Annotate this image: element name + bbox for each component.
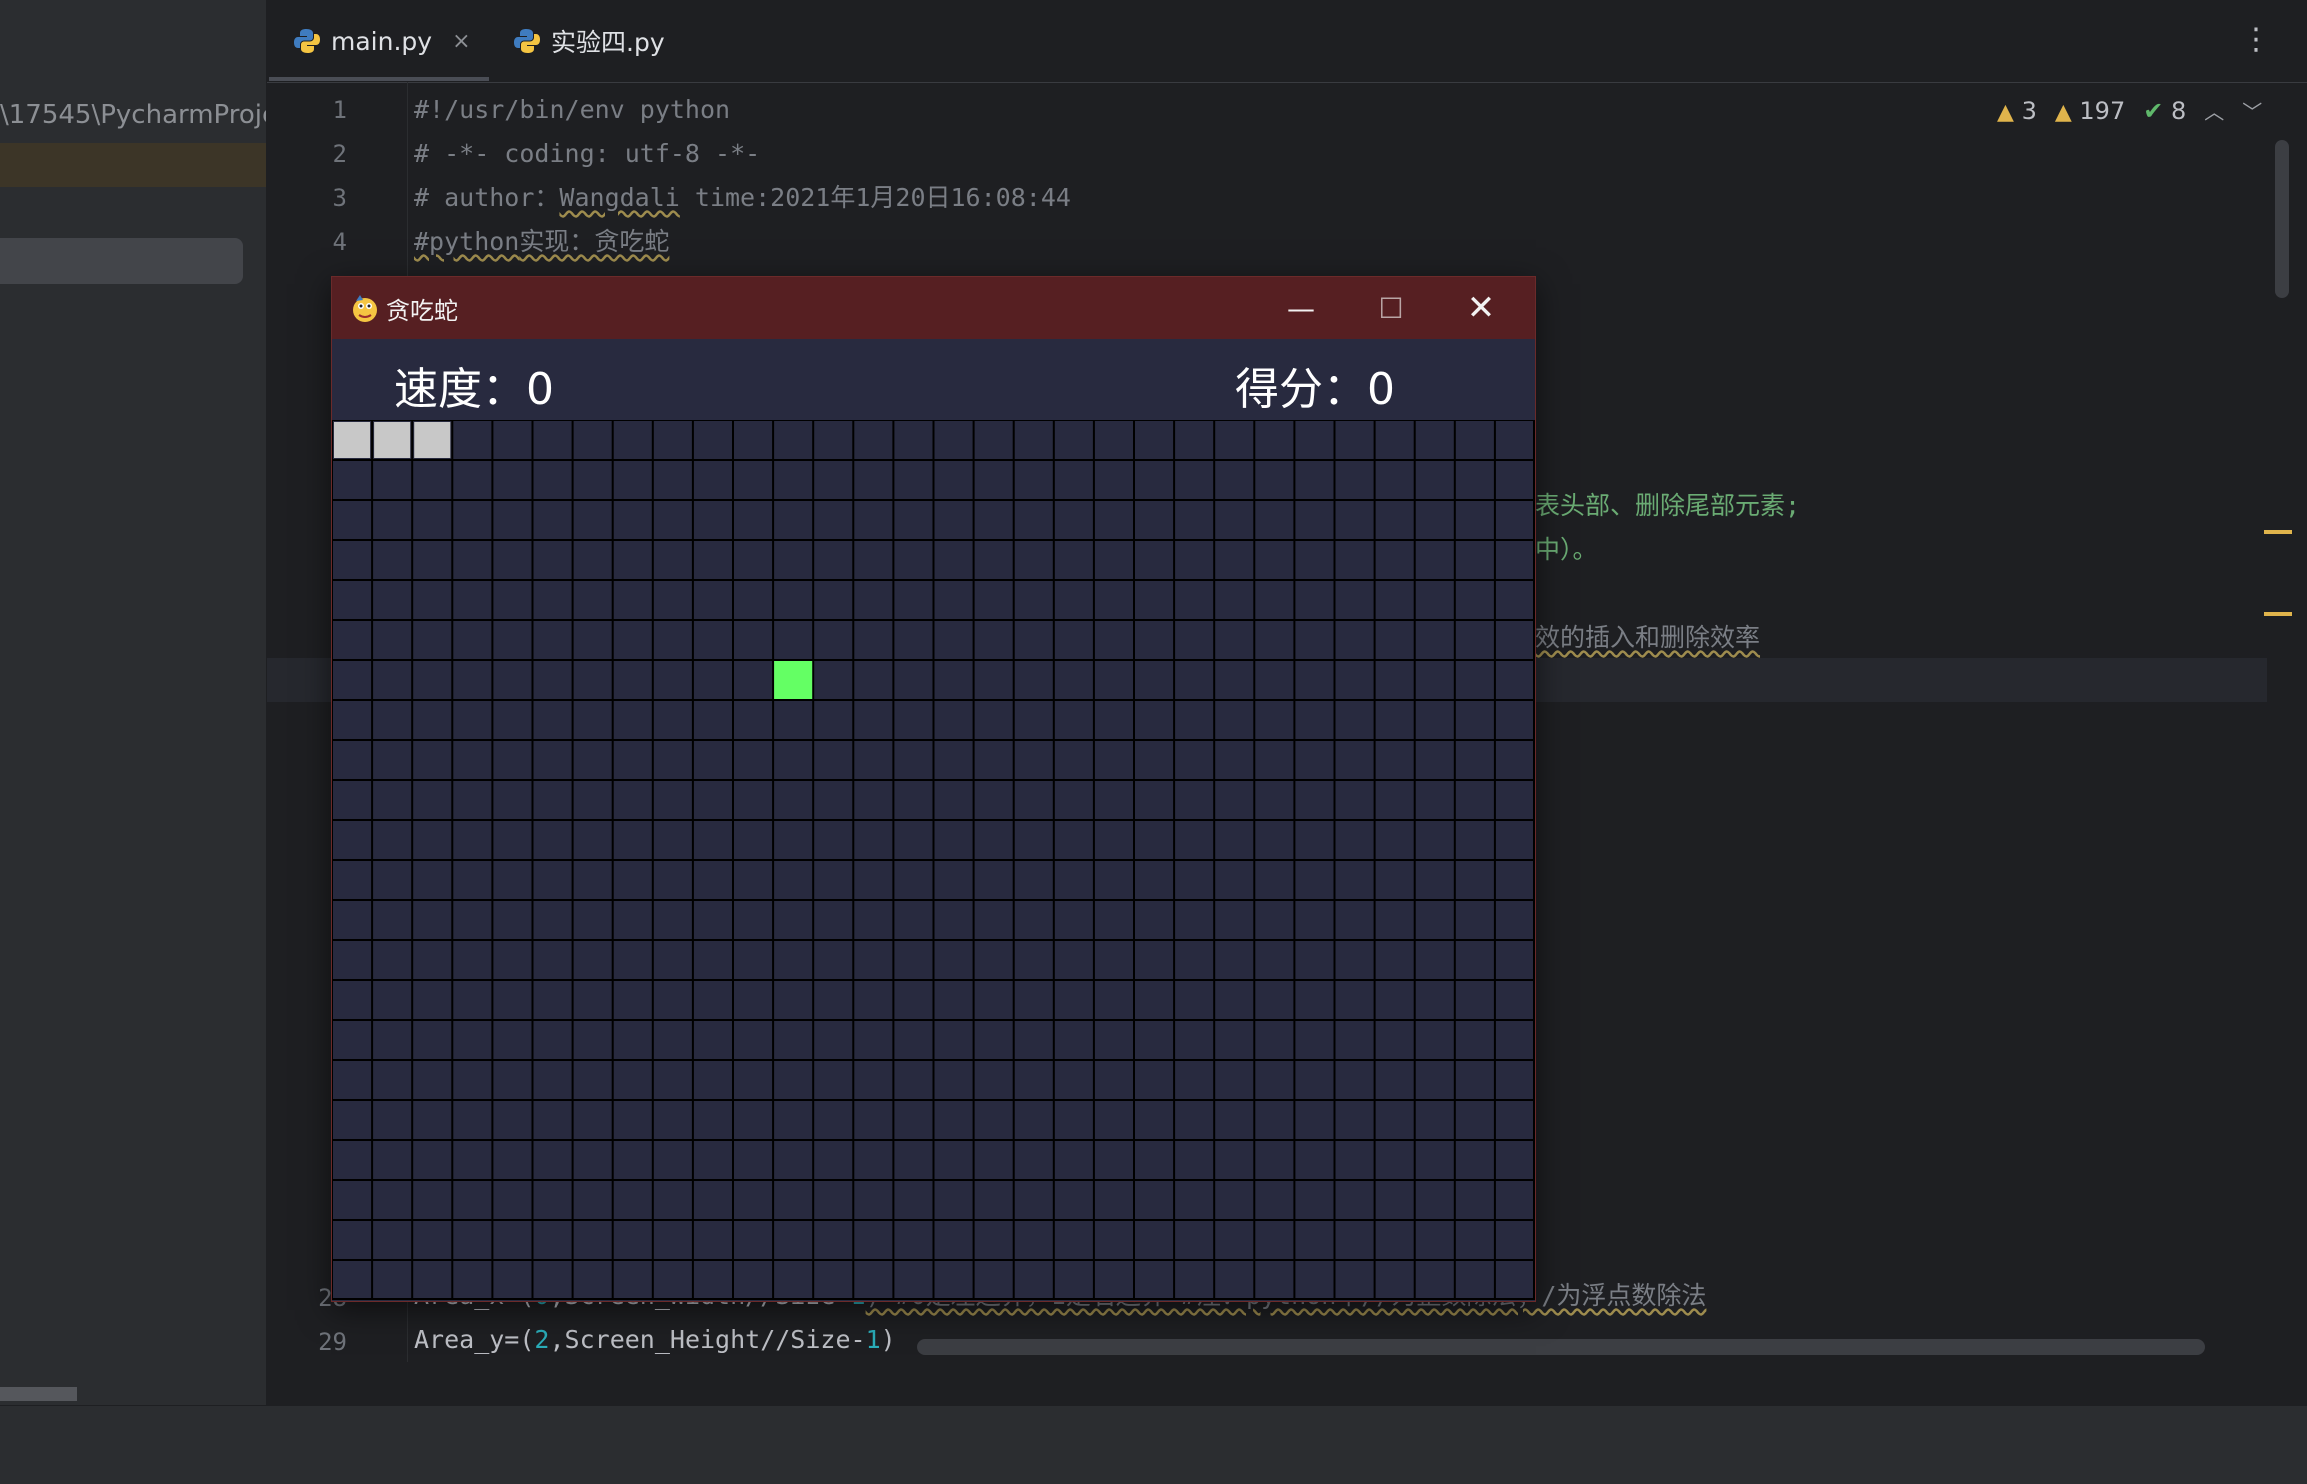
warning-icon: ▲ <box>1997 99 2014 125</box>
tab-main-py[interactable]: main.py × <box>293 0 471 82</box>
active-tab-indicator <box>269 77 489 81</box>
window-title-bar[interactable]: 贪吃蛇 — ☐ ✕ <box>332 277 1535 339</box>
snake-segment <box>334 422 371 458</box>
check-icon: ✔ <box>2143 96 2164 125</box>
status-bar <box>0 1405 2307 1484</box>
pygame-snake-icon <box>353 295 377 322</box>
editor-tab-bar: main.py × 实验四.py ⋮ <box>267 0 2307 83</box>
warning-stripe-marker[interactable] <box>2264 612 2292 616</box>
more-options-icon[interactable]: ⋮ <box>2241 22 2271 57</box>
docstring-fragment-1[interactable]: 表头部、删除尾部元素; <box>1535 484 1800 528</box>
window-title: 贪吃蛇 <box>386 297 458 325</box>
close-window-button[interactable]: ✕ <box>1436 277 1526 339</box>
close-icon[interactable]: × <box>452 29 470 54</box>
code-line-4[interactable]: #python实现：贪吃蛇 <box>414 220 669 264</box>
snake-game-window[interactable]: 贪吃蛇 — ☐ ✕ 速度：0 得分：0 <box>331 276 1536 1302</box>
line-number: 1 <box>332 96 347 124</box>
speed-value: 0 <box>526 364 554 415</box>
weak-warning-icon: ▲ <box>2054 99 2072 125</box>
line-number: 29 <box>318 1328 347 1356</box>
python-file-icon <box>294 29 320 53</box>
maximize-button[interactable]: ☐ <box>1346 277 1436 339</box>
comment-fragment[interactable]: 效的插入和删除效率 <box>1535 616 1760 660</box>
python-file-icon <box>514 29 540 53</box>
game-board[interactable] <box>332 420 1535 1300</box>
warning-count-b[interactable]: ▲ 197 <box>2055 97 2125 125</box>
line-number: 2 <box>332 140 347 168</box>
snake-segment <box>374 422 411 458</box>
project-tool-window: \17545\PycharmProjec <box>0 0 267 1405</box>
chevron-up-icon[interactable]: ︿ <box>2204 96 2224 125</box>
game-hud: 速度：0 得分：0 <box>332 339 1535 420</box>
chevron-down-icon[interactable]: ﹀ <box>2242 96 2262 125</box>
typo-count[interactable]: ✔ 8 <box>2143 97 2186 125</box>
project-search-field[interactable] <box>0 238 243 284</box>
score-readout: 得分：0 <box>1235 364 1395 415</box>
editor-horizontal-scrollbar[interactable] <box>917 1339 2205 1355</box>
selected-file-row[interactable] <box>0 143 266 187</box>
warning-count-a[interactable]: ▲ 3 <box>1997 97 2037 125</box>
editor-vertical-scrollbar[interactable] <box>2275 140 2289 298</box>
panel-horizontal-scrollbar[interactable] <box>0 1387 77 1401</box>
code-line-2[interactable]: # -*- coding: utf-8 -*- <box>414 132 760 176</box>
code-line-3[interactable]: # author：Wangdali time:2021年1月20日16:08:4… <box>414 176 1071 220</box>
snake-segment <box>414 422 451 458</box>
minimize-button[interactable]: — <box>1256 277 1346 339</box>
food-pellet <box>774 661 813 699</box>
score-value: 0 <box>1367 364 1395 415</box>
warning-stripe-marker[interactable] <box>2264 530 2292 534</box>
speed-readout: 速度：0 <box>394 364 554 415</box>
docstring-fragment-2[interactable]: 中）。 <box>1535 528 1598 572</box>
tab-experiment4-label: 实验四.py <box>551 28 665 57</box>
line-number: 4 <box>332 228 347 256</box>
code-line-1[interactable]: #!/usr/bin/env python <box>414 88 730 132</box>
tab-experiment4-py[interactable]: 实验四.py <box>513 0 665 82</box>
line-number: 3 <box>332 184 347 212</box>
project-root-path[interactable]: \17545\PycharmProjec <box>0 100 266 130</box>
tab-main-label: main.py <box>331 26 433 56</box>
inspection-widget[interactable]: ▲ 3 ▲ 197 ✔ 8 ︿ ﹀ <box>1997 96 2262 125</box>
code-line-29[interactable]: Area_y=(2,Screen_Height//Size-1) <box>414 1318 896 1362</box>
